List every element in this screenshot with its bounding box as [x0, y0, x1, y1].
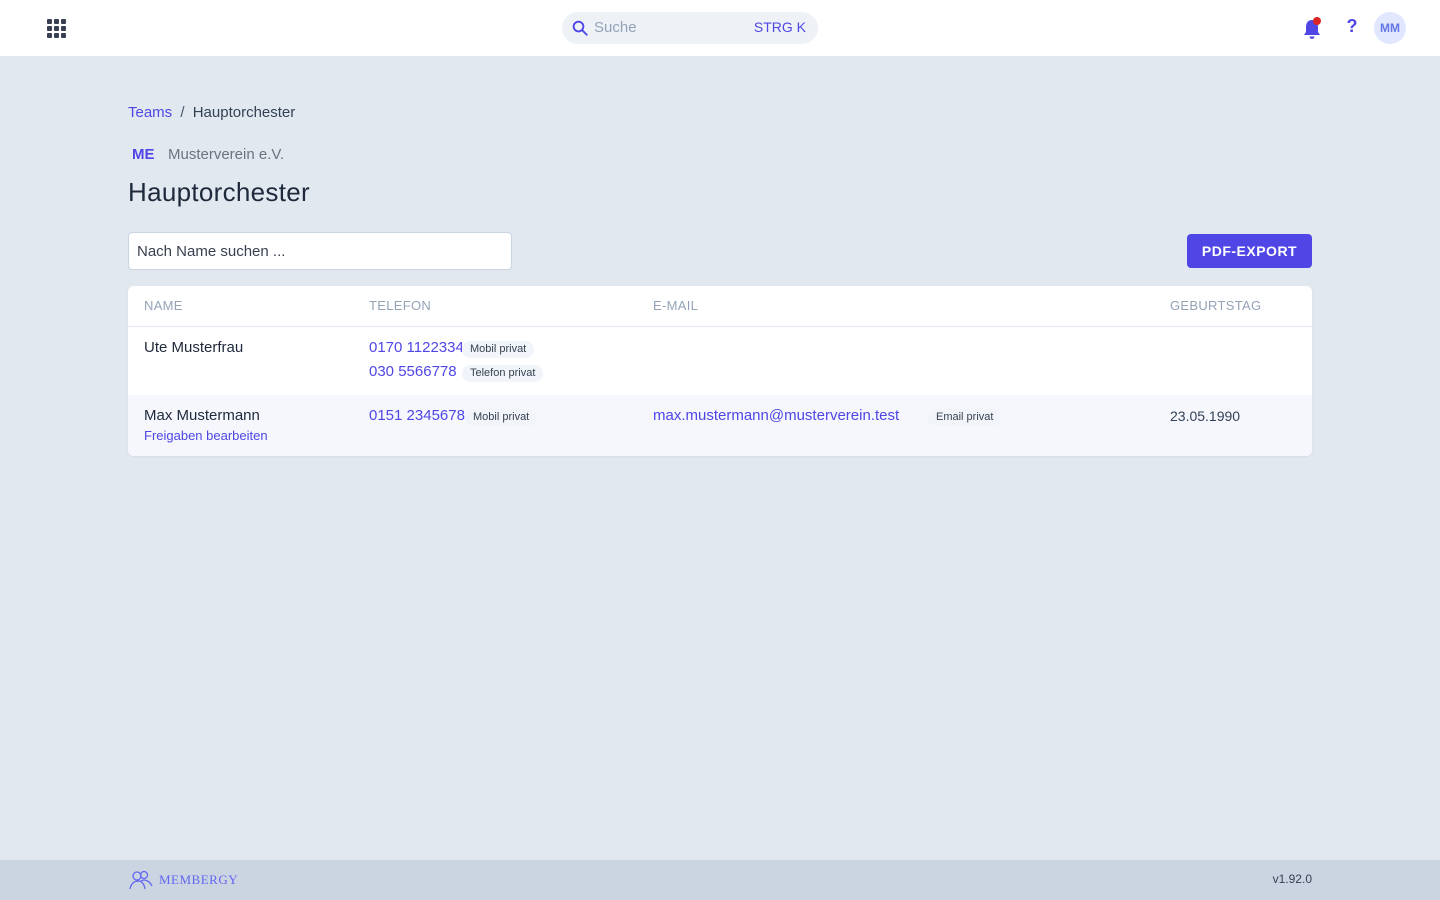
organization: ME Musterverein e.V. — [132, 146, 284, 163]
phone-type-badge: Telefon privat — [462, 365, 544, 382]
name-search-input[interactable] — [128, 232, 512, 270]
email-link[interactable]: max.mustermann@musterverein.test — [653, 407, 899, 424]
notifications-button[interactable] — [1302, 17, 1322, 40]
phone-type-badge: Mobil privat — [465, 409, 538, 426]
org-name: Musterverein e.V. — [168, 146, 285, 163]
header-name: NAME — [144, 298, 183, 313]
breadcrumb: Teams / Hauptorchester — [128, 104, 295, 121]
search-icon — [572, 20, 588, 36]
top-bar: Suche STRG K ? MM — [0, 0, 1440, 56]
header-email: E-MAIL — [653, 298, 699, 313]
footer: MEMBERGY v1.92.0 — [0, 860, 1440, 900]
breadcrumb-teams-link[interactable]: Teams — [128, 104, 172, 121]
breadcrumb-current: Hauptorchester — [192, 104, 296, 121]
phone-link[interactable]: 030 5566778 — [369, 363, 457, 380]
avatar[interactable]: MM — [1374, 12, 1406, 44]
member-name: Ute Musterfrau — [144, 339, 244, 356]
pdf-export-button[interactable]: PDF-EXPORT — [1187, 234, 1312, 268]
phone-type-badge: Mobil privat — [462, 341, 535, 358]
brand-logo[interactable]: MEMBERGY — [128, 869, 238, 891]
apps-grid-icon[interactable] — [44, 16, 68, 40]
birthday-value: 23.05.1990 — [1170, 408, 1241, 424]
members-table: NAME TELEFON E-MAIL GEBURTSTAG Ute Muste… — [128, 286, 1312, 456]
help-button[interactable]: ? — [1344, 16, 1360, 40]
edit-permissions-link[interactable]: Freigaben bearbeiten — [144, 428, 268, 443]
search-shortcut: STRG K — [753, 19, 806, 35]
global-search[interactable]: Suche STRG K — [562, 12, 818, 44]
table-header: NAME TELEFON E-MAIL GEBURTSTAG — [128, 286, 1312, 327]
email-type-badge: Email privat — [928, 409, 1002, 426]
org-abbreviation: ME — [132, 146, 155, 163]
table-row: Ute Musterfrau 0170 1122334 Mobil privat… — [128, 327, 1312, 395]
page-title: Hauptorchester — [128, 177, 310, 207]
table-row: Max Mustermann Freigaben bearbeiten 0151… — [128, 395, 1312, 456]
app-version: v1.92.0 — [1272, 872, 1312, 886]
notification-dot — [1313, 17, 1321, 25]
phone-link[interactable]: 0151 2345678 — [369, 407, 465, 424]
header-birthday: GEBURTSTAG — [1170, 298, 1262, 313]
search-placeholder: Suche — [594, 19, 637, 36]
brand-name: MEMBERGY — [159, 872, 239, 887]
membergy-logo-icon — [129, 870, 153, 890]
member-name: Max Mustermann — [144, 407, 260, 424]
header-phone: TELEFON — [369, 298, 432, 313]
phone-link[interactable]: 0170 1122334 — [369, 339, 464, 356]
breadcrumb-separator: / — [180, 104, 185, 121]
